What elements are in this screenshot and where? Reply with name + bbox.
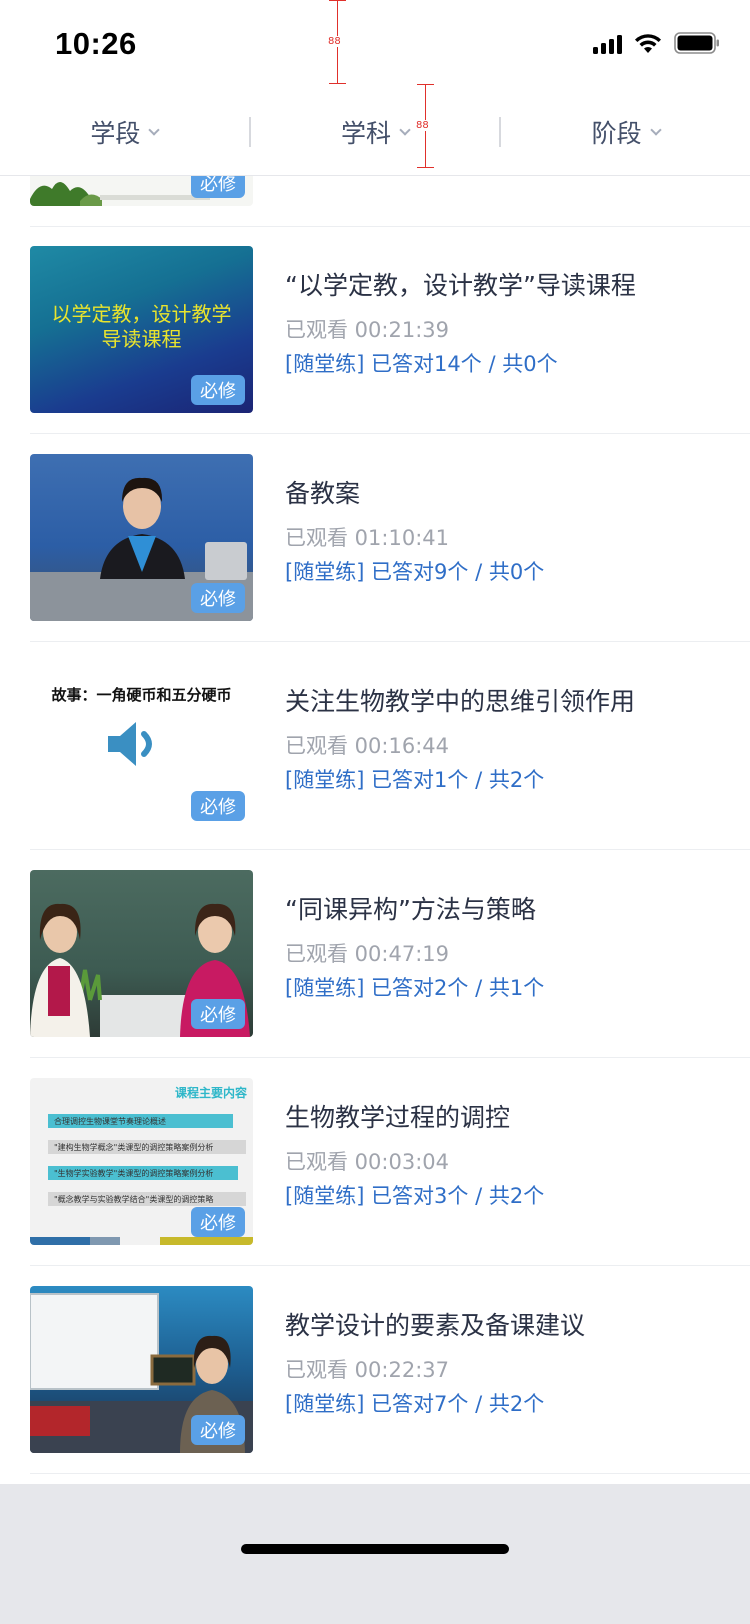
battery-icon (674, 32, 720, 54)
course-title: 生物教学过程的调控 (285, 1103, 511, 1132)
watched-time: 已观看 00:21:39 (285, 318, 449, 342)
measure-guide-label: 88 (328, 36, 341, 47)
course-thumbnail: 必修 (30, 1286, 253, 1453)
course-thumbnail: 以学定教，设计教学 导读课程 必修 (30, 246, 253, 413)
course-thumbnail: 必修 (30, 870, 253, 1037)
required-badge: 必修 (191, 791, 245, 821)
measure-guide-status: 88 (328, 0, 346, 84)
bottom-safe-area (0, 1484, 750, 1624)
filter-label: 阶段 (591, 118, 642, 148)
practice-result-link[interactable]: [随堂练] 已答对3个 / 共2个 (285, 1180, 544, 1210)
course-title: 备教案 (285, 479, 361, 508)
thumbnail-slide-text: 课程主要内容 (174, 1086, 247, 1100)
filter-phase-dropdown[interactable]: 阶段 (501, 88, 750, 175)
course-item[interactable]: 必修 教学设计的要素及备课建议 已观看 00:22:37 [随堂练] 已答对7个… (30, 1266, 750, 1474)
watched-time: 已观看 00:16:44 (285, 734, 449, 758)
course-title: “以学定教，设计教学”导读课程 (285, 271, 636, 300)
course-item[interactable]: 必修 (30, 176, 750, 227)
course-item[interactable]: 故事：一角硬币和五分硬币 必修 关注生物教学中的思维引领作用 已观看 00:16… (30, 642, 750, 850)
course-title: 教学设计的要素及备课建议 (285, 1311, 586, 1340)
filter-bar: 学段 学科 阶段 (0, 88, 750, 176)
status-time: 10:26 (55, 26, 137, 61)
thumbnail-slide-text: 导读课程 (101, 327, 182, 351)
thumbnail-slide-text: 故事：一角硬币和五分硬币 (51, 686, 232, 704)
chevron-down-icon (148, 123, 161, 136)
status-bar: 10:26 (0, 0, 750, 88)
course-thumbnail: 故事：一角硬币和五分硬币 必修 (30, 662, 253, 829)
filter-subject-dropdown[interactable]: 学科 (251, 88, 500, 175)
course-title: “同课异构”方法与策略 (285, 895, 536, 924)
filter-label: 学段 (90, 118, 141, 148)
required-badge: 必修 (191, 176, 245, 198)
practice-result-link[interactable]: [随堂练] 已答对2个 / 共1个 (285, 972, 544, 1002)
filter-label: 学科 (341, 118, 392, 148)
required-badge: 必修 (191, 1207, 245, 1237)
chevron-down-icon (399, 123, 411, 136)
measure-guide-filter: 88 (416, 84, 434, 168)
course-title: 关注生物教学中的思维引领作用 (285, 687, 636, 716)
thumbnail-slide-text: "概念教学与实验教学结合"类课型的调控策略 (48, 1192, 246, 1206)
required-badge: 必修 (191, 583, 245, 613)
required-badge: 必修 (191, 999, 245, 1029)
course-thumbnail: 课程主要内容 合理调控生物课堂节奏理论概述 "建构生物学概念"类课型的调控策略案… (30, 1078, 253, 1245)
practice-result-link[interactable]: [随堂练] 已答对9个 / 共0个 (285, 556, 544, 586)
watched-time: 已观看 00:22:37 (285, 1358, 449, 1382)
course-item[interactable]: 必修 “同课异构”方法与策略 已观看 00:47:19 [随堂练] 已答对2个 … (30, 850, 750, 1058)
cellular-signal-icon (593, 32, 622, 54)
watched-time: 已观看 01:10:41 (285, 526, 449, 550)
course-item[interactable]: 必修 备教案 已观看 01:10:41 [随堂练] 已答对9个 / 共0个 (30, 434, 750, 642)
home-indicator[interactable] (241, 1544, 509, 1554)
speaker-icon (108, 722, 152, 766)
measure-guide-label: 88 (416, 120, 429, 131)
status-icons (593, 32, 720, 54)
course-thumbnail: 必修 (30, 454, 253, 621)
course-list[interactable]: 必修 以学定教，设计教学 导读课程 必修 “以学定教，设计教学”导读课程 已观看… (0, 176, 750, 1484)
required-badge: 必修 (191, 1415, 245, 1445)
watched-time: 已观看 00:03:04 (285, 1150, 449, 1174)
filter-stage-dropdown[interactable]: 学段 (0, 88, 249, 175)
course-thumbnail: 必修 (30, 176, 253, 206)
practice-result-link[interactable]: [随堂练] 已答对1个 / 共2个 (285, 764, 544, 794)
required-badge: 必修 (191, 375, 245, 405)
watched-time: 已观看 00:47:19 (285, 942, 449, 966)
thumbnail-slide-text: "生物学实验教学"类课型的调控策略案例分析 (48, 1166, 238, 1180)
course-item[interactable]: 以学定教，设计教学 导读课程 必修 “以学定教，设计教学”导读课程 已观看 00… (30, 226, 750, 434)
chevron-down-icon (650, 123, 662, 136)
thumbnail-slide-text: 合理调控生物课堂节奏理论概述 (48, 1114, 233, 1128)
thumbnail-slide-text: "建构生物学概念"类课型的调控策略案例分析 (48, 1140, 246, 1154)
course-item[interactable]: 课程主要内容 合理调控生物课堂节奏理论概述 "建构生物学概念"类课型的调控策略案… (30, 1058, 750, 1266)
practice-result-link[interactable]: [随堂练] 已答对14个 / 共0个 (285, 348, 558, 378)
practice-result-link[interactable]: [随堂练] 已答对7个 / 共2个 (285, 1388, 544, 1418)
wifi-icon (634, 33, 662, 54)
